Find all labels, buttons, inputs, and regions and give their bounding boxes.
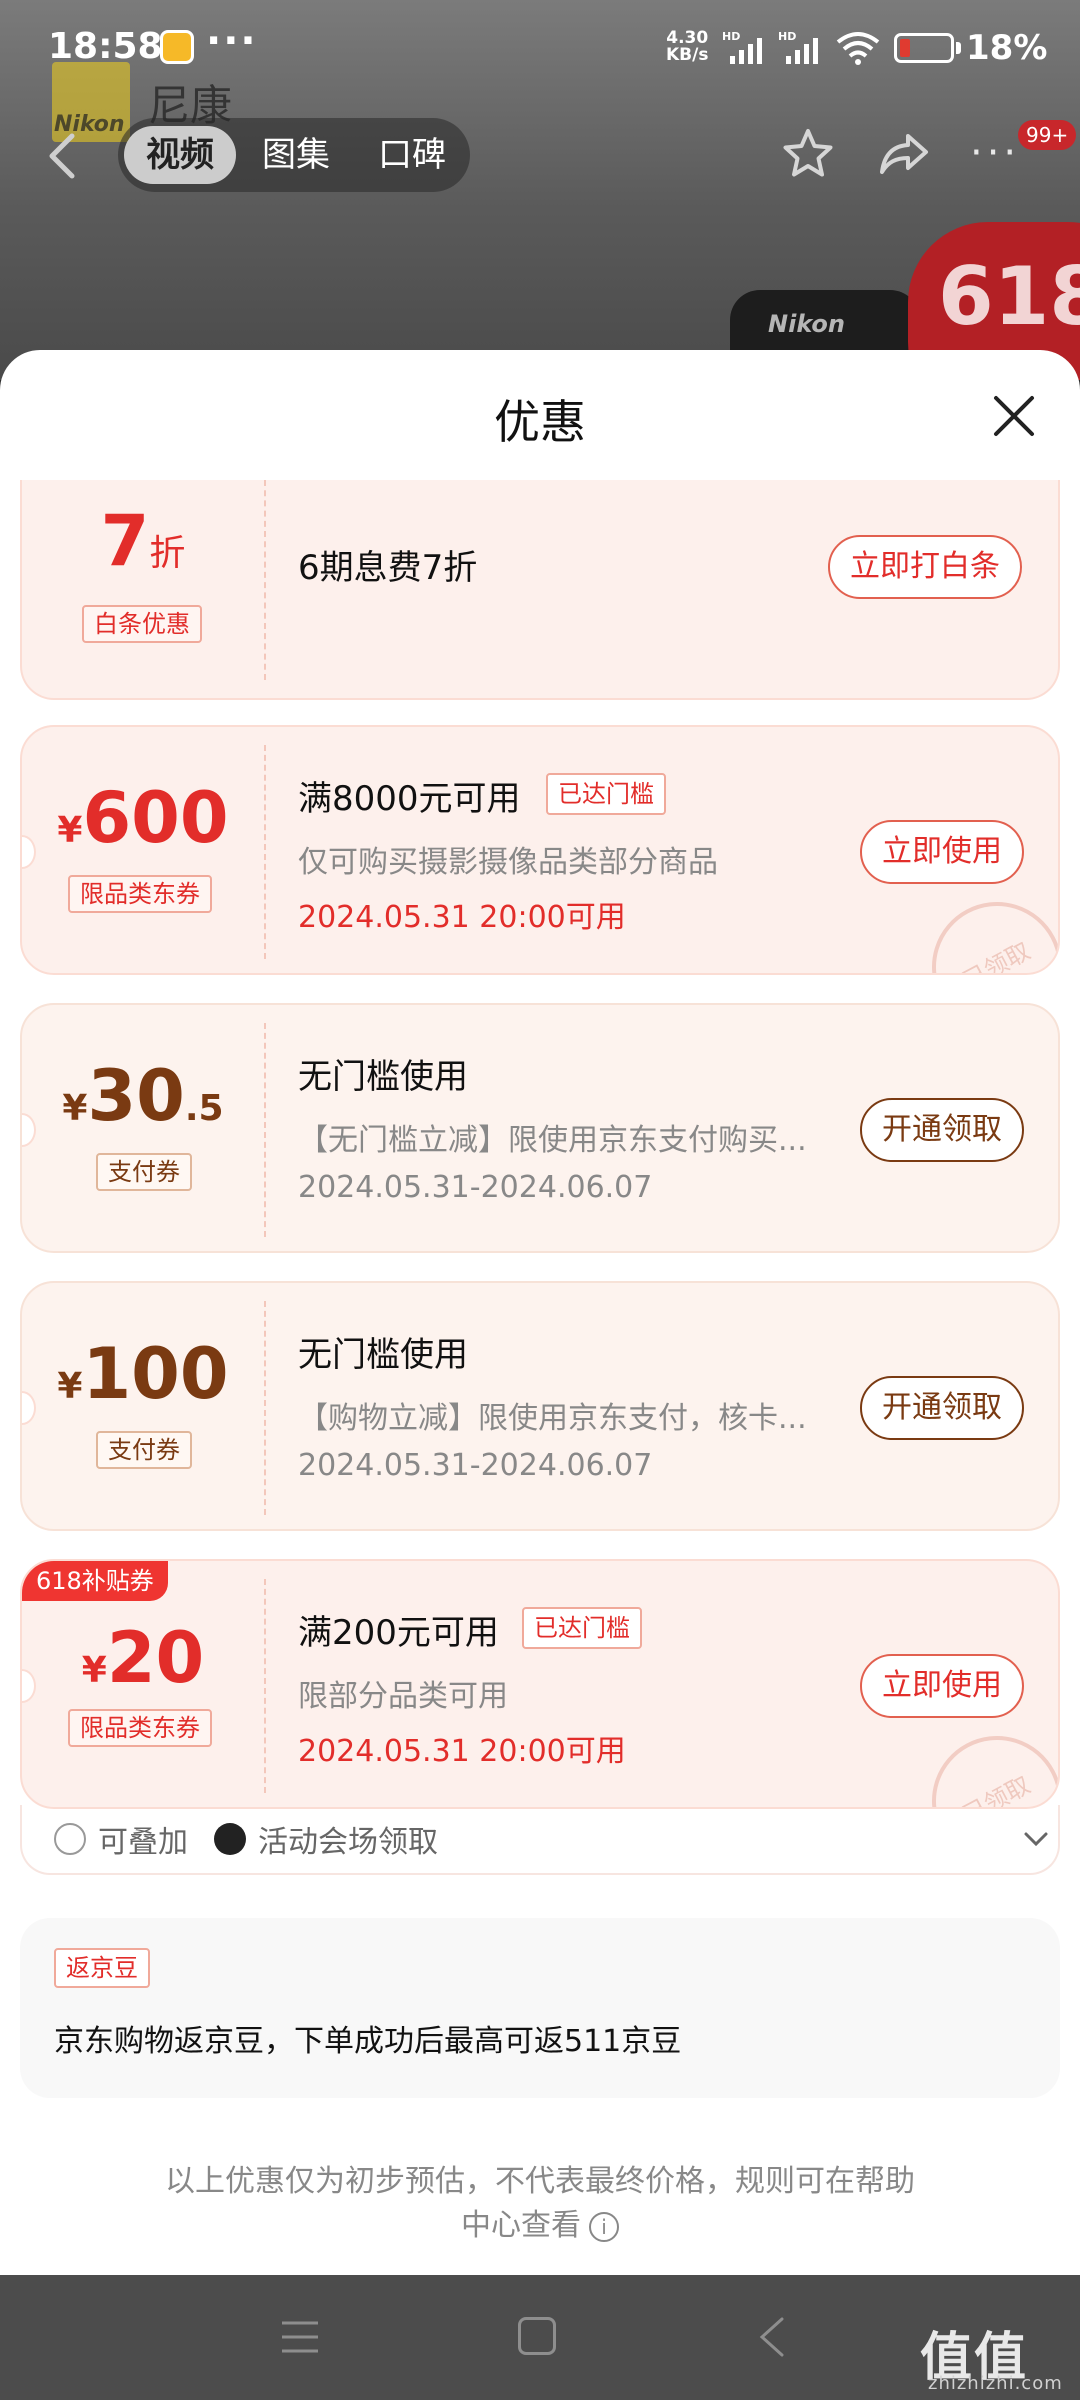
recent-apps-icon[interactable] <box>280 2319 320 2355</box>
coupon-30-5: ¥30.5 支付券 无门槛使用 【无门槛立减】限使用京东支付购买... 2024… <box>20 1003 1060 1253</box>
coupon-date: 2024.05.31-2024.06.07 <box>298 1170 653 1205</box>
coupon-card-footer: 可叠加 活动会场领取 <box>20 1805 1060 1875</box>
message-count-badge: 99+ <box>1018 120 1077 150</box>
use-coupon-button[interactable]: 立即使用 <box>860 820 1024 884</box>
claimed-stamp: 已领取 <box>909 1713 1058 1807</box>
signal-icon: HD <box>722 30 762 64</box>
coupon-600: ¥600 限品类东券 满8000元可用 已达门槛 仅可购买摄影摄像品类部分商品 … <box>20 725 1060 975</box>
coupon-baitiao: 7折 白条优惠 6期息费7折 立即打白条 <box>20 480 1060 700</box>
back-arrow-icon[interactable] <box>40 126 84 186</box>
coupon-amount-unit: 折 <box>149 533 186 574</box>
coupon-currency: ¥ <box>57 1366 83 1407</box>
activate-claim-button[interactable]: 开通领取 <box>860 1098 1024 1162</box>
jd-beans-section: 返京豆 京东购物返京豆，下单成功后最高可返511京豆 <box>20 1918 1060 2098</box>
coupon-currency: ¥ <box>62 1088 88 1129</box>
coupon-amount: ¥600 <box>22 777 264 859</box>
tab-video[interactable]: 视频 <box>124 126 236 184</box>
share-icon[interactable] <box>876 126 932 182</box>
coupon-type-tag: 白条优惠 <box>82 605 202 643</box>
coupon-title: 无门槛使用 <box>298 1335 468 1375</box>
info-icon[interactable]: i <box>589 2211 619 2242</box>
activate-claim-button[interactable]: 开通领取 <box>860 1376 1024 1440</box>
coupon-date: 2024.05.31 20:00可用 <box>298 900 626 935</box>
coupon-amount-value: 100 <box>82 1333 229 1415</box>
coupon-currency: ¥ <box>81 1650 107 1691</box>
jd-beans-text: 京东购物返京豆，下单成功后最高可返511京豆 <box>54 2024 682 2059</box>
claimed-stamp: 已领取 <box>909 879 1058 973</box>
signal-label-2: HD <box>778 30 796 43</box>
coupon-type-tag: 限品类东券 <box>68 875 212 913</box>
site-watermark-url: zhizhizhi.com <box>928 2373 1063 2394</box>
coupon-date: 2024.05.31-2024.06.07 <box>298 1448 653 1483</box>
coupon-100: ¥100 支付券 无门槛使用 【购物立减】限使用京东支付，核卡... 2024.… <box>20 1281 1060 1531</box>
coupon-title: 满8000元可用 <box>298 779 521 819</box>
coupon-type-tag: 支付券 <box>96 1153 192 1191</box>
status-more-dots: ··· <box>206 18 258 64</box>
coupon-type-tag: 限品类东券 <box>68 1709 212 1747</box>
coupon-currency: ¥ <box>57 810 83 851</box>
coupon-amount-value: 7 <box>100 500 150 582</box>
battery-percent: 18% <box>966 28 1048 68</box>
system-nav-bar: 值值值 zhizhizhi.com <box>0 2275 1080 2400</box>
close-icon[interactable] <box>990 392 1038 440</box>
coupon-amount: ¥30.5 <box>22 1055 264 1137</box>
stackable-icon <box>54 1823 86 1855</box>
status-bar: 18:58 ··· 4.30 KB/s HD HD 18% <box>0 0 1080 100</box>
venue-icon <box>214 1823 246 1855</box>
coupon-amount: ¥100 <box>22 1333 264 1415</box>
disclaimer-line-1: 以上优惠仅为初步预估，不代表最终价格，规则可在帮助 <box>165 2164 915 2199</box>
signal-label-1: HD <box>722 30 740 43</box>
discount-sheet: 优惠 7折 白条优惠 6期息费7折 立即打白条 ¥600 限品类东券 满8000… <box>0 350 1080 2275</box>
more-icon[interactable]: ··· <box>970 130 1020 176</box>
camera-brand-text: Nikon <box>768 310 845 338</box>
tab-gallery[interactable]: 图集 <box>240 126 352 184</box>
coupon-type-tag: 支付券 <box>96 1431 192 1469</box>
coupon-subtitle: 仅可购买摄影摄像品类部分商品 <box>298 845 718 880</box>
wifi-icon <box>836 32 880 65</box>
threshold-reached-tag: 已达门槛 <box>546 773 666 815</box>
coupon-title: 满200元可用 <box>298 1613 499 1653</box>
subsidy-618-tag: 618补贴券 <box>22 1561 168 1601</box>
sheet-title: 优惠 <box>494 395 586 449</box>
stackable-label: 可叠加 <box>98 1825 188 1860</box>
coupon-subtitle: 【无门槛立减】限使用京东支付购买... <box>298 1123 807 1158</box>
media-tabs: 视频 图集 口碑 <box>118 118 470 192</box>
jd-beans-tag: 返京豆 <box>54 1948 150 1988</box>
tab-reviews[interactable]: 口碑 <box>356 126 468 184</box>
home-icon[interactable] <box>518 2317 556 2355</box>
disclaimer: 以上优惠仅为初步预估，不代表最终价格，规则可在帮助 中心查看 i <box>110 2160 970 2248</box>
threshold-reached-tag: 已达门槛 <box>522 1607 642 1649</box>
use-coupon-button[interactable]: 立即使用 <box>860 1654 1024 1718</box>
coupon-20: 618补贴券 ¥20 限品类东券 满200元可用 已达门槛 限部分品类可用 20… <box>20 1559 1060 1809</box>
coupon-amount: ¥20 <box>22 1617 264 1699</box>
venue-claim-label[interactable]: 活动会场领取 <box>258 1817 438 1861</box>
coupon-title: 6期息费7折 <box>298 548 478 588</box>
coupon-subtitle: 限部分品类可用 <box>298 1679 508 1714</box>
use-baitiao-button[interactable]: 立即打白条 <box>828 535 1022 599</box>
coupon-amount: 7折 <box>22 500 264 582</box>
coupon-title: 无门槛使用 <box>298 1057 468 1097</box>
coupon-amount-value: 600 <box>82 777 229 859</box>
battery-tip <box>956 42 961 54</box>
notification-app-icon <box>160 30 194 64</box>
coupon-amount-value: 20 <box>106 1617 205 1699</box>
signal-icon-2: HD <box>778 30 818 64</box>
coupon-subtitle: 【购物立减】限使用京东支付，核卡... <box>298 1401 807 1436</box>
coupon-date: 2024.05.31 20:00可用 <box>298 1734 626 1769</box>
disclaimer-line-2: 中心查看 <box>461 2208 581 2243</box>
battery-icon <box>894 33 954 63</box>
status-time: 18:58 <box>48 26 163 67</box>
coupon-amount-decimal: .5 <box>184 1088 224 1129</box>
network-speed: 4.30 KB/s <box>666 30 708 64</box>
star-icon[interactable] <box>780 126 836 182</box>
coupon-amount-value: 30 <box>87 1055 185 1137</box>
back-icon[interactable] <box>756 2315 788 2359</box>
chevron-down-icon[interactable] <box>1022 1825 1050 1853</box>
network-speed-unit: KB/s <box>666 45 709 65</box>
